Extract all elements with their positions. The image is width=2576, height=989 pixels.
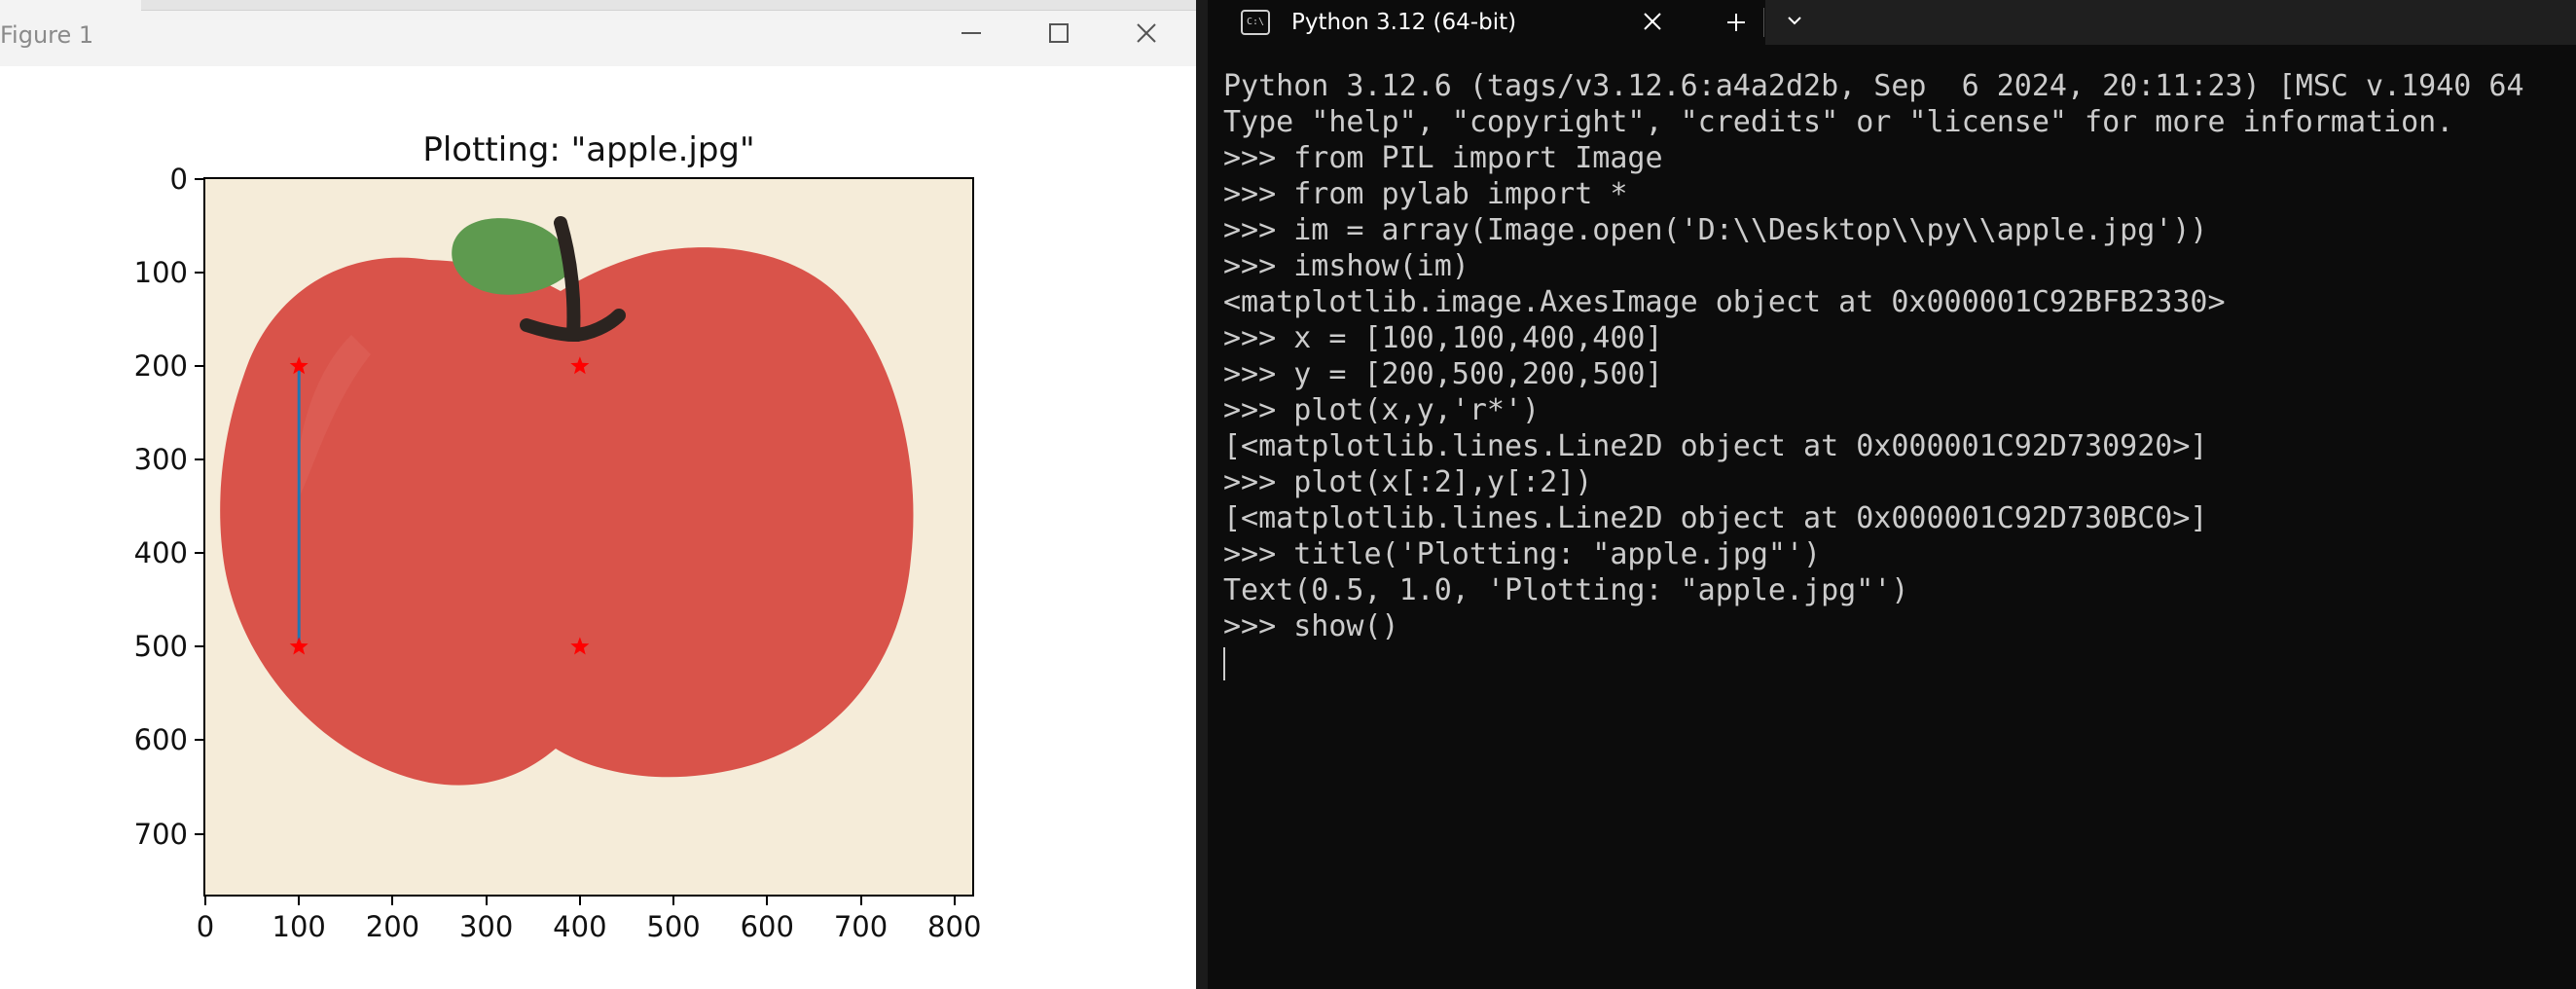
- figure-titlebar[interactable]: Figure 1: [0, 0, 1196, 66]
- y-tick-label: 500: [133, 630, 188, 664]
- minimize-button[interactable]: [927, 0, 1015, 66]
- terminal-line: >>> from PIL import Image: [1223, 141, 1663, 175]
- x-tick-label: 100: [272, 910, 326, 943]
- terminal-line: >>> plot(x[:2],y[:2]): [1223, 465, 1593, 499]
- x-tick-mark: [298, 897, 301, 905]
- x-tick-label: 0: [196, 910, 215, 943]
- close-window-button[interactable]: [1103, 0, 1190, 66]
- terminal-line: [<matplotlib.lines.Line2D object at 0x00…: [1223, 501, 2208, 535]
- close-tab-button[interactable]: [1633, 3, 1672, 42]
- x-tick-mark: [578, 897, 581, 905]
- y-tick-label: 700: [133, 817, 188, 851]
- terminal-line: >>> x = [100,100,400,400]: [1223, 321, 1663, 355]
- y-tick-mark: [195, 365, 203, 368]
- terminal-line: [<matplotlib.lines.Line2D object at 0x00…: [1223, 429, 2208, 463]
- y-tick-mark: [195, 552, 203, 555]
- x-tick-mark: [204, 897, 206, 905]
- x-tick-label: 600: [740, 910, 794, 943]
- y-tick-label: 0: [169, 163, 188, 196]
- close-icon: [1137, 23, 1156, 43]
- terminal-line: >>> im = array(Image.open('D:\\Desktop\\…: [1223, 213, 2208, 247]
- terminal-line: >>> show(): [1223, 609, 1399, 643]
- tab-dropdown-button[interactable]: [1775, 3, 1814, 42]
- plot-axes[interactable]: [203, 177, 974, 897]
- terminal-line: Text(0.5, 1.0, 'Plotting: "apple.jpg"'): [1223, 573, 1909, 607]
- y-tick-label: 200: [133, 349, 188, 384]
- plus-icon: [1727, 14, 1745, 31]
- minimize-icon: [961, 32, 981, 34]
- figure-window: Figure 1 Plotting: "apple.jpg" 0 100 200 30…: [0, 0, 1196, 989]
- y-tick-label: 400: [133, 536, 188, 570]
- terminal-line: >>> from pylab import *: [1223, 177, 1628, 211]
- window-divider: [1196, 0, 1208, 989]
- y-tick-label: 300: [133, 443, 188, 477]
- text-cursor: [1223, 646, 1225, 680]
- y-tick-label: 600: [133, 723, 188, 757]
- y-tick-mark: [195, 272, 203, 275]
- new-tab-button[interactable]: [1717, 3, 1756, 42]
- y-tick-label: 100: [133, 256, 188, 290]
- terminal-line: >>> imshow(im): [1223, 249, 1469, 283]
- apple-image-plot: [205, 179, 972, 895]
- terminal-icon: C:\: [1241, 10, 1270, 35]
- y-tick-mark: [195, 178, 203, 180]
- close-icon: [1644, 13, 1661, 30]
- y-tick-mark: [195, 739, 203, 742]
- x-tick-mark: [391, 897, 394, 905]
- x-tick-mark: [485, 897, 488, 905]
- y-tick-mark: [195, 832, 203, 835]
- x-tick-label: 300: [458, 910, 514, 943]
- terminal-line: >>> title('Plotting: "apple.jpg"'): [1223, 537, 1822, 571]
- apple-image: [220, 216, 914, 786]
- terminal-tabbar[interactable]: C:\ Python 3.12 (64-bit): [1208, 0, 2576, 45]
- terminal-line: >>> plot(x,y,'r*'): [1223, 393, 1541, 427]
- terminal-window: C:\ Python 3.12 (64-bit) Python 3.12.6 (…: [1208, 0, 2576, 989]
- terminal-line: Type "help", "copyright", "credits" or "…: [1223, 105, 2454, 139]
- maximize-button[interactable]: [1015, 0, 1103, 66]
- x-tick-label: 800: [927, 910, 982, 943]
- y-tick-mark: [195, 458, 203, 461]
- x-tick-mark: [859, 897, 862, 905]
- terminal-line: Python 3.12.6 (tags/v3.12.6:a4a2d2b, Sep…: [1223, 69, 2524, 103]
- x-tick-mark: [953, 897, 956, 905]
- terminal-tab-title: Python 3.12 (64-bit): [1291, 10, 1517, 35]
- tab-separator: [1763, 8, 1764, 37]
- terminal-line: <matplotlib.image.AxesImage object at 0x…: [1223, 285, 2226, 319]
- x-tick-label: 400: [553, 910, 607, 943]
- figure-window-title: Figure 1: [0, 21, 94, 49]
- prompt-line[interactable]: [1223, 644, 2576, 680]
- x-tick-label: 700: [833, 910, 889, 943]
- x-tick-label: 500: [646, 910, 701, 943]
- x-tick-label: 200: [365, 910, 420, 943]
- terminal-line: >>> y = [200,500,200,500]: [1223, 357, 1663, 391]
- terminal-tab[interactable]: C:\ Python 3.12 (64-bit): [1208, 0, 1765, 45]
- terminal-output[interactable]: Python 3.12.6 (tags/v3.12.6:a4a2d2b, Sep…: [1223, 68, 2576, 680]
- x-tick-mark: [766, 897, 769, 905]
- x-tick-mark: [672, 897, 675, 905]
- maximize-icon: [1049, 23, 1069, 43]
- y-tick-mark: [195, 645, 203, 648]
- chevron-down-icon: [1788, 17, 1801, 25]
